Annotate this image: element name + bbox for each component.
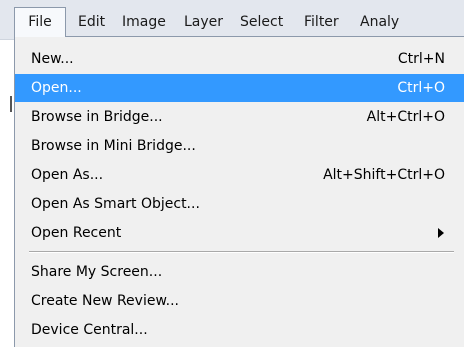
menu-item-shortcut: Alt+Ctrl+O	[366, 109, 445, 125]
menu-item-label: Open As...	[31, 167, 104, 183]
menu-item-open-as-smart-object[interactable]: Open As Smart Object...	[15, 190, 464, 218]
menu-item-create-new-review[interactable]: Create New Review...	[15, 287, 464, 315]
menu-item-device-central[interactable]: Device Central...	[15, 316, 464, 344]
menu-separator	[29, 251, 454, 253]
menu-item-label: Open As Smart Object...	[31, 196, 200, 212]
menu-analysis[interactable]: Analy	[360, 11, 399, 33]
menu-item-open-recent[interactable]: Open Recent	[15, 219, 464, 247]
menu-item-label: Share My Screen...	[31, 264, 163, 280]
menu-edit[interactable]: Edit	[78, 11, 105, 33]
menu-item-shortcut: Alt+Shift+Ctrl+O	[323, 167, 445, 183]
menu-item-label: Open...	[31, 80, 82, 96]
menu-filter[interactable]: Filter	[304, 11, 339, 33]
menu-item-new[interactable]: New... Ctrl+N	[15, 45, 464, 73]
menu-item-label: Browse in Mini Bridge...	[31, 138, 196, 154]
chevron-right-icon	[438, 228, 444, 238]
menu-item-open[interactable]: Open... Ctrl+O	[15, 74, 464, 102]
background-divider	[10, 96, 12, 112]
menu-item-browse-in-mini-bridge[interactable]: Browse in Mini Bridge...	[15, 132, 464, 160]
menu-item-share-my-screen[interactable]: Share My Screen...	[15, 258, 464, 286]
menu-layer[interactable]: Layer	[184, 11, 223, 33]
menu-bar: File Edit Image Layer Select Filter Anal…	[0, 0, 464, 40]
menu-item-label: Open Recent	[31, 225, 122, 241]
app-window: File Edit Image Layer Select Filter Anal…	[0, 0, 464, 347]
menu-item-label: Create New Review...	[31, 293, 179, 309]
menu-item-label: Browse in Bridge...	[31, 109, 163, 125]
menu-item-browse-in-bridge[interactable]: Browse in Bridge... Alt+Ctrl+O	[15, 103, 464, 131]
menu-item-shortcut: Ctrl+N	[397, 51, 445, 67]
menu-item-label: New...	[31, 51, 74, 67]
file-menu-dropdown: New... Ctrl+N Open... Ctrl+O Browse in B…	[14, 36, 464, 347]
menu-select[interactable]: Select	[240, 11, 283, 33]
menu-item-label: Device Central...	[31, 322, 148, 338]
menu-image[interactable]: Image	[122, 11, 166, 33]
background-area	[0, 40, 14, 347]
menu-file[interactable]: File	[14, 7, 66, 37]
menu-item-shortcut: Ctrl+O	[397, 80, 445, 96]
menu-item-open-as[interactable]: Open As... Alt+Shift+Ctrl+O	[15, 161, 464, 189]
